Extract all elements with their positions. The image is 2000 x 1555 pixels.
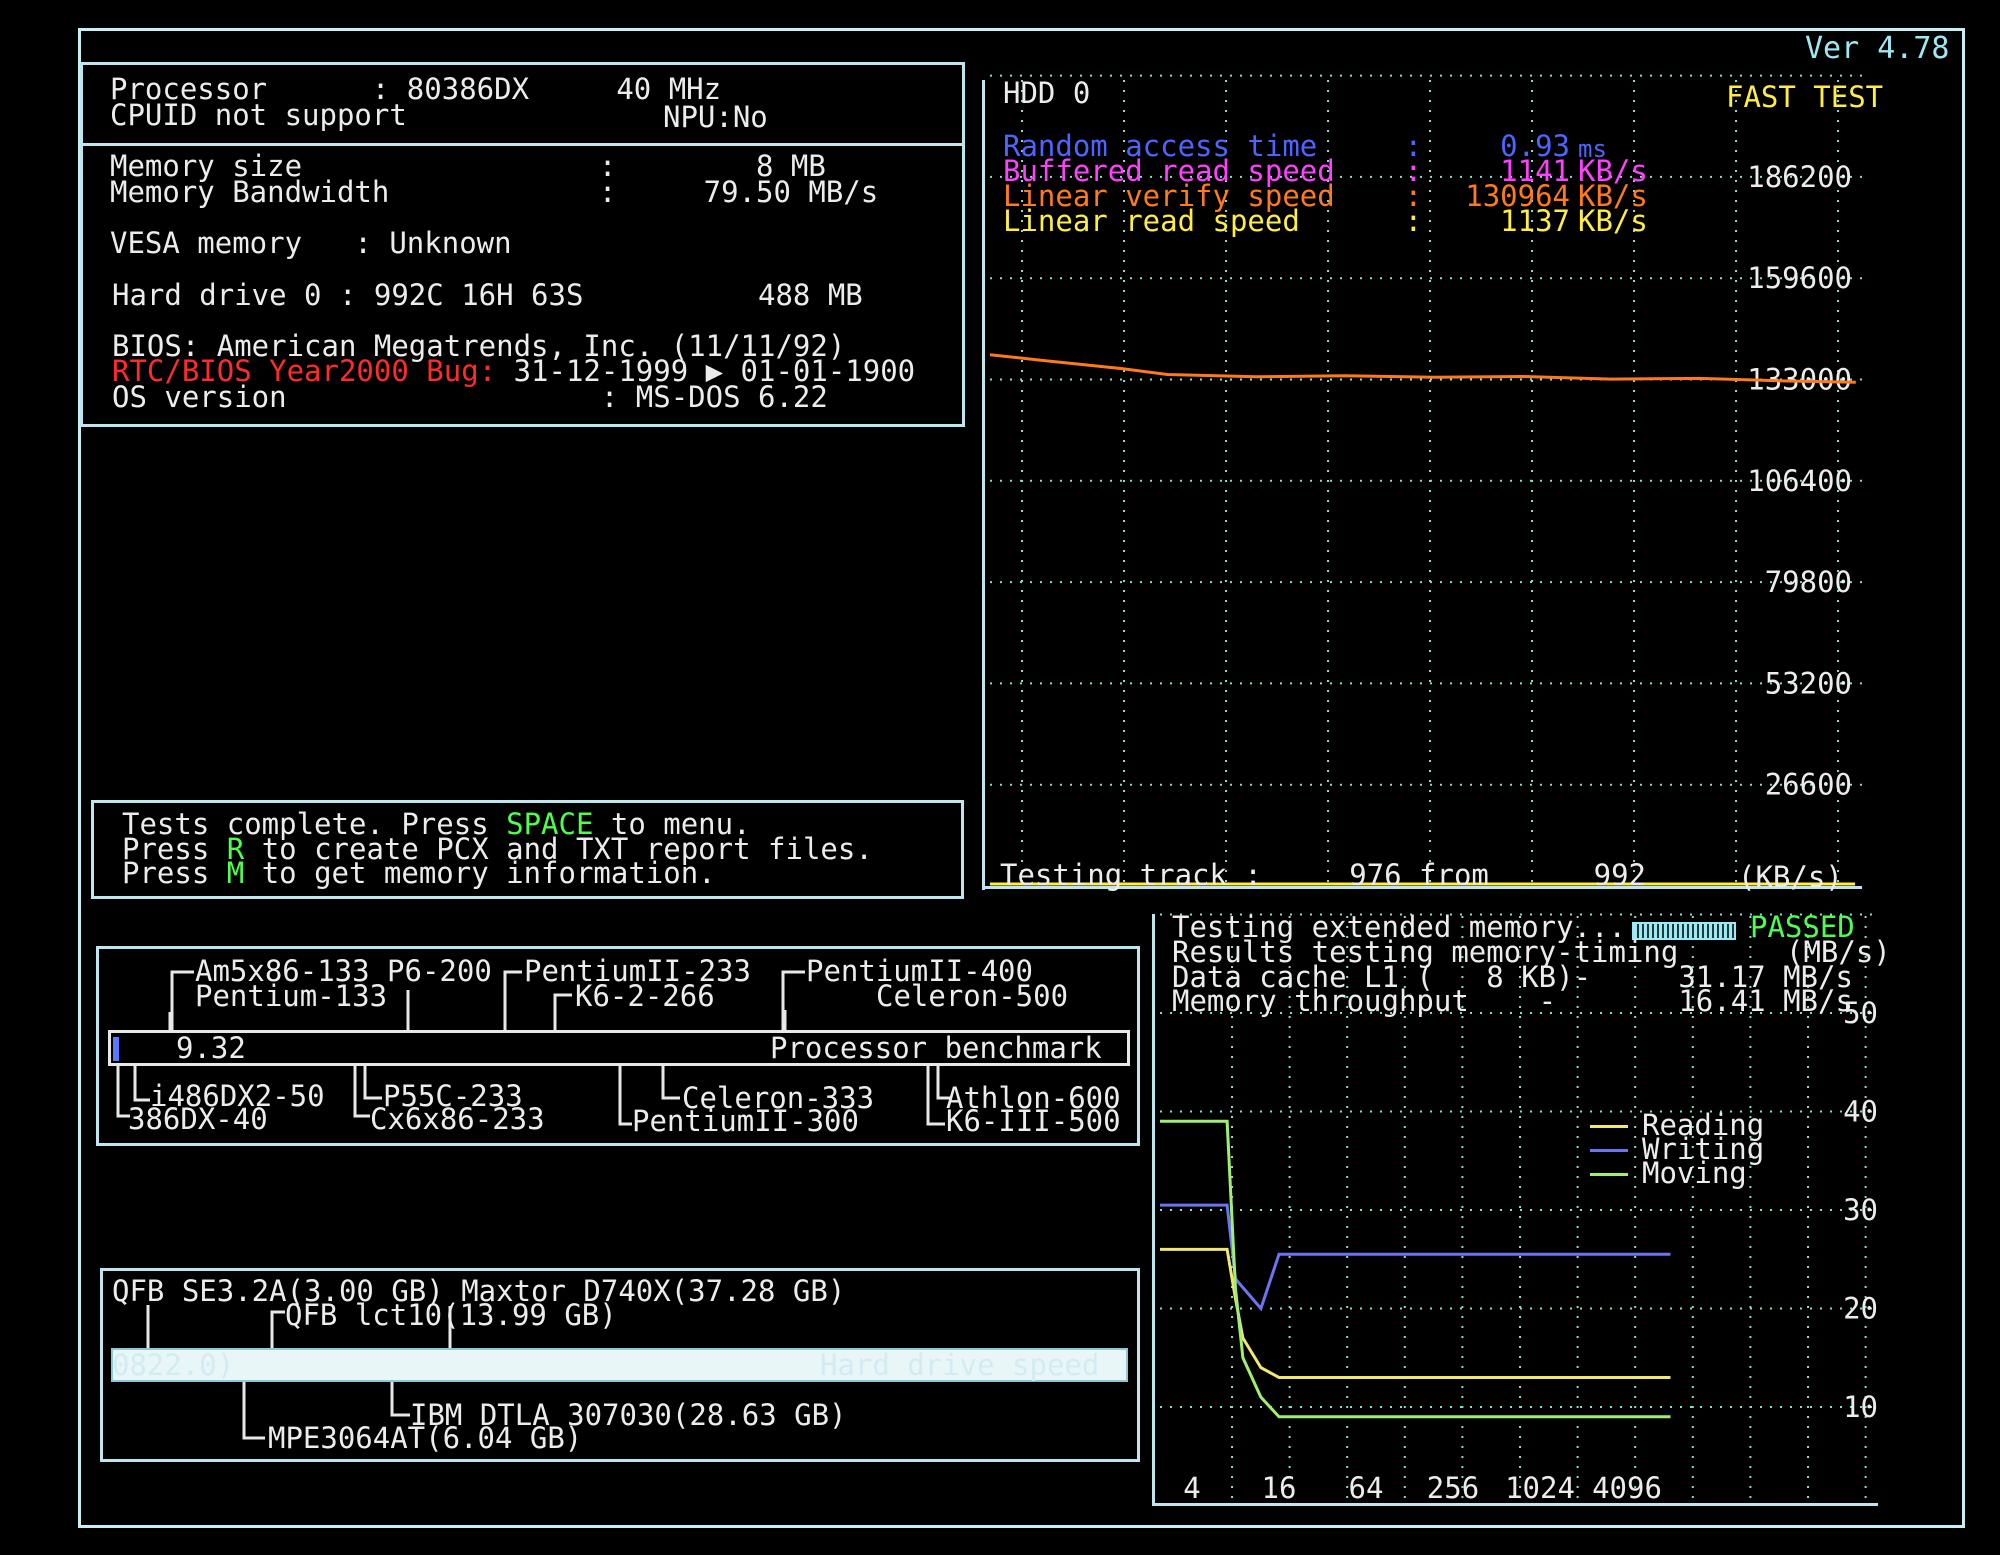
mem-x-tick-label: 1024 <box>1505 1471 1575 1505</box>
legend-moving: Moving <box>1642 1156 1747 1190</box>
legend-moving-swatch <box>1590 1173 1628 1176</box>
mem-y-tick-label: 20 <box>1843 1292 1878 1326</box>
legend-writing-swatch <box>1590 1149 1628 1152</box>
memory-timing-chart: 10203040504 16 64 256 1024 4096 <box>1160 913 1880 1505</box>
mem-x-tick-label: 256 <box>1427 1471 1479 1505</box>
mem-throughput-line: Memory throughput - 16.41 MB/s <box>1172 984 1853 1018</box>
mem-x-tick-label: 16 <box>1262 1471 1297 1505</box>
mem-y-tick-label: 10 <box>1843 1390 1878 1424</box>
mem-y-tick-label: 30 <box>1843 1193 1878 1227</box>
mem-y-tick-label: 40 <box>1843 1095 1878 1129</box>
legend-reading-swatch <box>1590 1125 1628 1128</box>
mem-x-tick-label: 64 <box>1349 1471 1384 1505</box>
mem-x-tick-label: 4 <box>1183 1471 1200 1505</box>
mem-x-tick-label: 4096 <box>1592 1471 1662 1505</box>
mem-series-reading <box>1160 1247 1671 1379</box>
mem-series-moving <box>1160 1119 1671 1419</box>
